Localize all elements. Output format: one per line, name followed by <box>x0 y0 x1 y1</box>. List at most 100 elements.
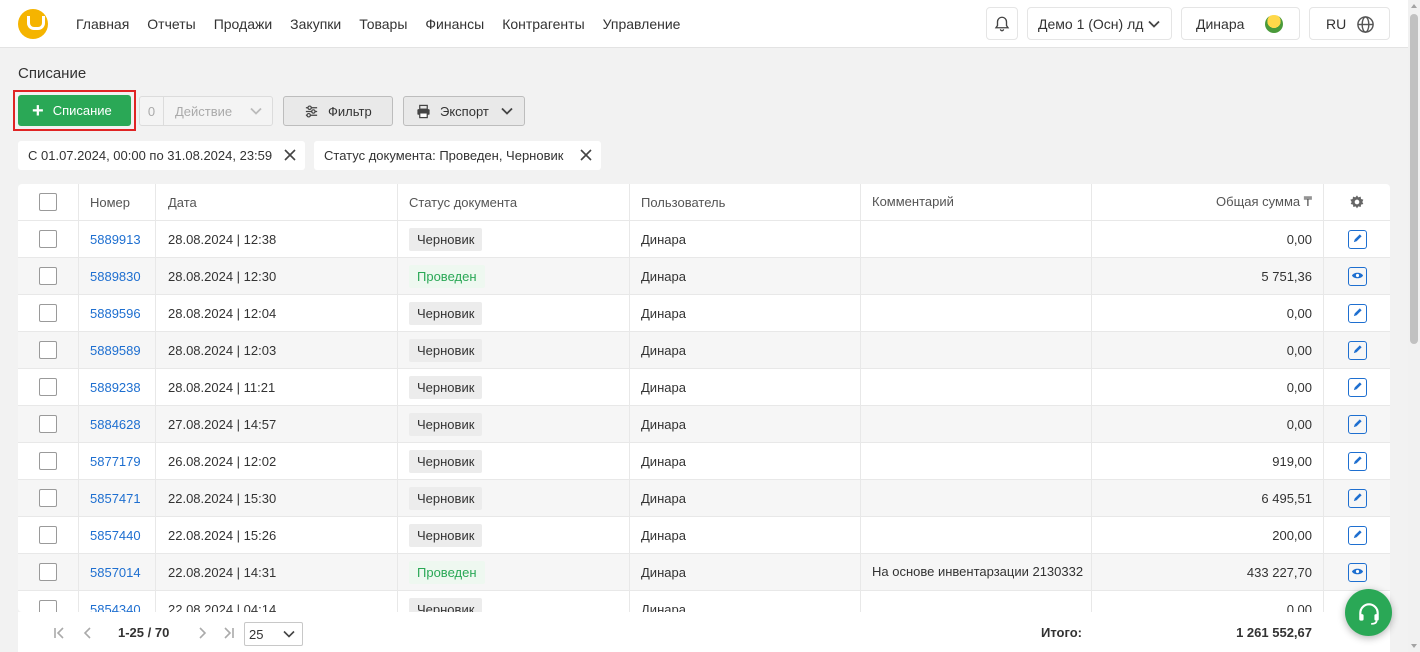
table-row[interactable]: 5857471 22.08.2024 | 15:30 Черновик Динара 6… <box>18 480 1390 517</box>
number-cell: 5884628 <box>79 406 156 442</box>
logo[interactable] <box>18 9 48 39</box>
support-chat-button[interactable] <box>1345 589 1392 636</box>
close-icon[interactable] <box>579 148 593 162</box>
nav-item-finance[interactable]: Финансы <box>425 16 484 32</box>
language-select[interactable]: RU <box>1309 7 1390 40</box>
filter-button[interactable]: Фильтр <box>283 96 393 126</box>
column-header-date[interactable]: Дата <box>156 184 398 220</box>
document-number-link[interactable]: 5857014 <box>90 565 141 580</box>
sliders-icon <box>305 104 318 118</box>
row-checkbox[interactable] <box>39 378 57 396</box>
edit-button[interactable] <box>1347 525 1367 545</box>
nav-item-products[interactable]: Товары <box>359 16 407 32</box>
status-badge: Черновик <box>409 301 483 325</box>
number-cell: 5857471 <box>79 480 156 516</box>
document-number-link[interactable]: 5889589 <box>90 343 141 358</box>
scroll-up-icon[interactable] <box>1411 4 1417 8</box>
row-checkbox[interactable] <box>39 489 57 507</box>
filter-chip-status: Статус документа: Проведен, Черновик <box>314 141 601 170</box>
per-page-select[interactable]: 25 <box>244 622 303 646</box>
organization-label: Демо 1 (Осн) лд <box>1038 15 1144 32</box>
status-cell: Черновик <box>398 480 630 516</box>
table-row[interactable]: 5889830 28.08.2024 | 12:30 Проведен Динара 5… <box>18 258 1390 295</box>
nav-item-contractors[interactable]: Контрагенты <box>502 16 584 32</box>
table-row[interactable]: 5889589 28.08.2024 | 12:03 Черновик Динара 0… <box>18 332 1390 369</box>
edit-button[interactable] <box>1347 229 1367 249</box>
status-badge: Черновик <box>409 523 483 547</box>
nav-item-purchases[interactable]: Закупки <box>290 16 341 32</box>
document-number-link[interactable]: 5884628 <box>90 417 141 432</box>
total-label: Итого: <box>1041 624 1082 640</box>
document-number-link[interactable]: 5889238 <box>90 380 141 395</box>
row-checkbox[interactable] <box>39 415 57 433</box>
view-button[interactable] <box>1347 562 1367 582</box>
page-scrollbar[interactable] <box>1408 0 1420 652</box>
document-number-link[interactable]: 5857471 <box>90 491 141 506</box>
scroll-down-icon[interactable] <box>1411 644 1417 648</box>
row-checkbox[interactable] <box>39 341 57 359</box>
table-row[interactable]: 5854340 22.08.2024 | 04:14 Черновик Динара 0… <box>18 591 1390 612</box>
table-row[interactable]: 5889238 28.08.2024 | 11:21 Черновик Динара 0… <box>18 369 1390 406</box>
row-checkbox[interactable] <box>39 452 57 470</box>
document-number-link[interactable]: 5877179 <box>90 454 141 469</box>
comment-cell <box>861 406 1092 442</box>
nav-item-sales[interactable]: Продажи <box>214 16 272 32</box>
select-all-checkbox[interactable] <box>39 193 57 211</box>
row-checkbox[interactable] <box>39 563 57 581</box>
user-cell: Динара <box>630 221 861 257</box>
user-menu[interactable]: Динара <box>1181 7 1300 40</box>
add-writeoff-button[interactable]: + Списание <box>18 95 131 126</box>
table-row[interactable]: 5877179 26.08.2024 | 12:02 Черновик Динара 9… <box>18 443 1390 480</box>
row-checkbox[interactable] <box>39 526 57 544</box>
row-checkbox[interactable] <box>39 304 57 322</box>
table-row[interactable]: 5889913 28.08.2024 | 12:38 Черновик Динара 0… <box>18 221 1390 258</box>
column-settings[interactable] <box>1324 184 1390 220</box>
column-header-user[interactable]: Пользователь <box>630 184 861 220</box>
row-checkbox[interactable] <box>39 600 57 612</box>
edit-button[interactable] <box>1347 377 1367 397</box>
nav-item-home[interactable]: Главная <box>76 16 129 32</box>
table-row[interactable]: 5857014 22.08.2024 | 14:31 Проведен Динара Н… <box>18 554 1390 591</box>
export-button[interactable]: Экспорт <box>403 96 525 126</box>
organization-select[interactable]: Демо 1 (Осн) лд <box>1027 7 1172 40</box>
last-page-icon[interactable] <box>222 626 236 640</box>
comment-cell <box>861 332 1092 368</box>
status-badge: Черновик <box>409 597 483 612</box>
first-page-icon[interactable] <box>52 626 66 640</box>
column-header-comment[interactable]: Комментарий <box>861 184 1092 220</box>
edit-button[interactable] <box>1347 414 1367 434</box>
scrollbar-thumb[interactable] <box>1410 14 1418 344</box>
table-header: Номер Дата Статус документа Пользователь… <box>18 184 1390 221</box>
nav-item-reports[interactable]: Отчеты <box>147 16 195 32</box>
prev-page-icon[interactable] <box>81 626 95 640</box>
column-header-number[interactable]: Номер <box>79 184 156 220</box>
table-row[interactable]: 5884628 27.08.2024 | 14:57 Черновик Динара 0… <box>18 406 1390 443</box>
view-button[interactable] <box>1347 266 1367 286</box>
document-number-link[interactable]: 5889596 <box>90 306 141 321</box>
selected-count: 0 <box>140 97 164 125</box>
chevron-down-icon <box>1148 20 1160 28</box>
edit-button[interactable] <box>1347 340 1367 360</box>
table-row[interactable]: 5889596 28.08.2024 | 12:04 Черновик Динара 0… <box>18 295 1390 332</box>
column-header-status[interactable]: Статус документа <box>398 184 630 220</box>
sum-cell: 433 227,70 <box>1092 554 1324 590</box>
document-number-link[interactable]: 5889913 <box>90 232 141 247</box>
document-number-link[interactable]: 5854340 <box>90 602 141 613</box>
document-number-link[interactable]: 5857440 <box>90 528 141 543</box>
close-icon[interactable] <box>283 148 297 162</box>
row-checkbox[interactable] <box>39 267 57 285</box>
column-header-sum[interactable]: Общая сумма ₸ <box>1092 184 1324 220</box>
headset-icon <box>1358 602 1379 625</box>
table-row[interactable]: 5857440 22.08.2024 | 15:26 Черновик Динара 2… <box>18 517 1390 554</box>
nav-item-management[interactable]: Управление <box>603 16 681 32</box>
status-badge: Черновик <box>409 412 483 436</box>
next-page-icon[interactable] <box>195 626 209 640</box>
document-number-link[interactable]: 5889830 <box>90 269 141 284</box>
row-checkbox[interactable] <box>39 230 57 248</box>
action-dropdown[interactable]: 0 Действие <box>139 96 273 126</box>
notifications-button[interactable] <box>986 7 1018 40</box>
gear-icon[interactable] <box>1349 194 1365 210</box>
edit-button[interactable] <box>1347 451 1367 471</box>
edit-button[interactable] <box>1347 488 1367 508</box>
edit-button[interactable] <box>1347 303 1367 323</box>
